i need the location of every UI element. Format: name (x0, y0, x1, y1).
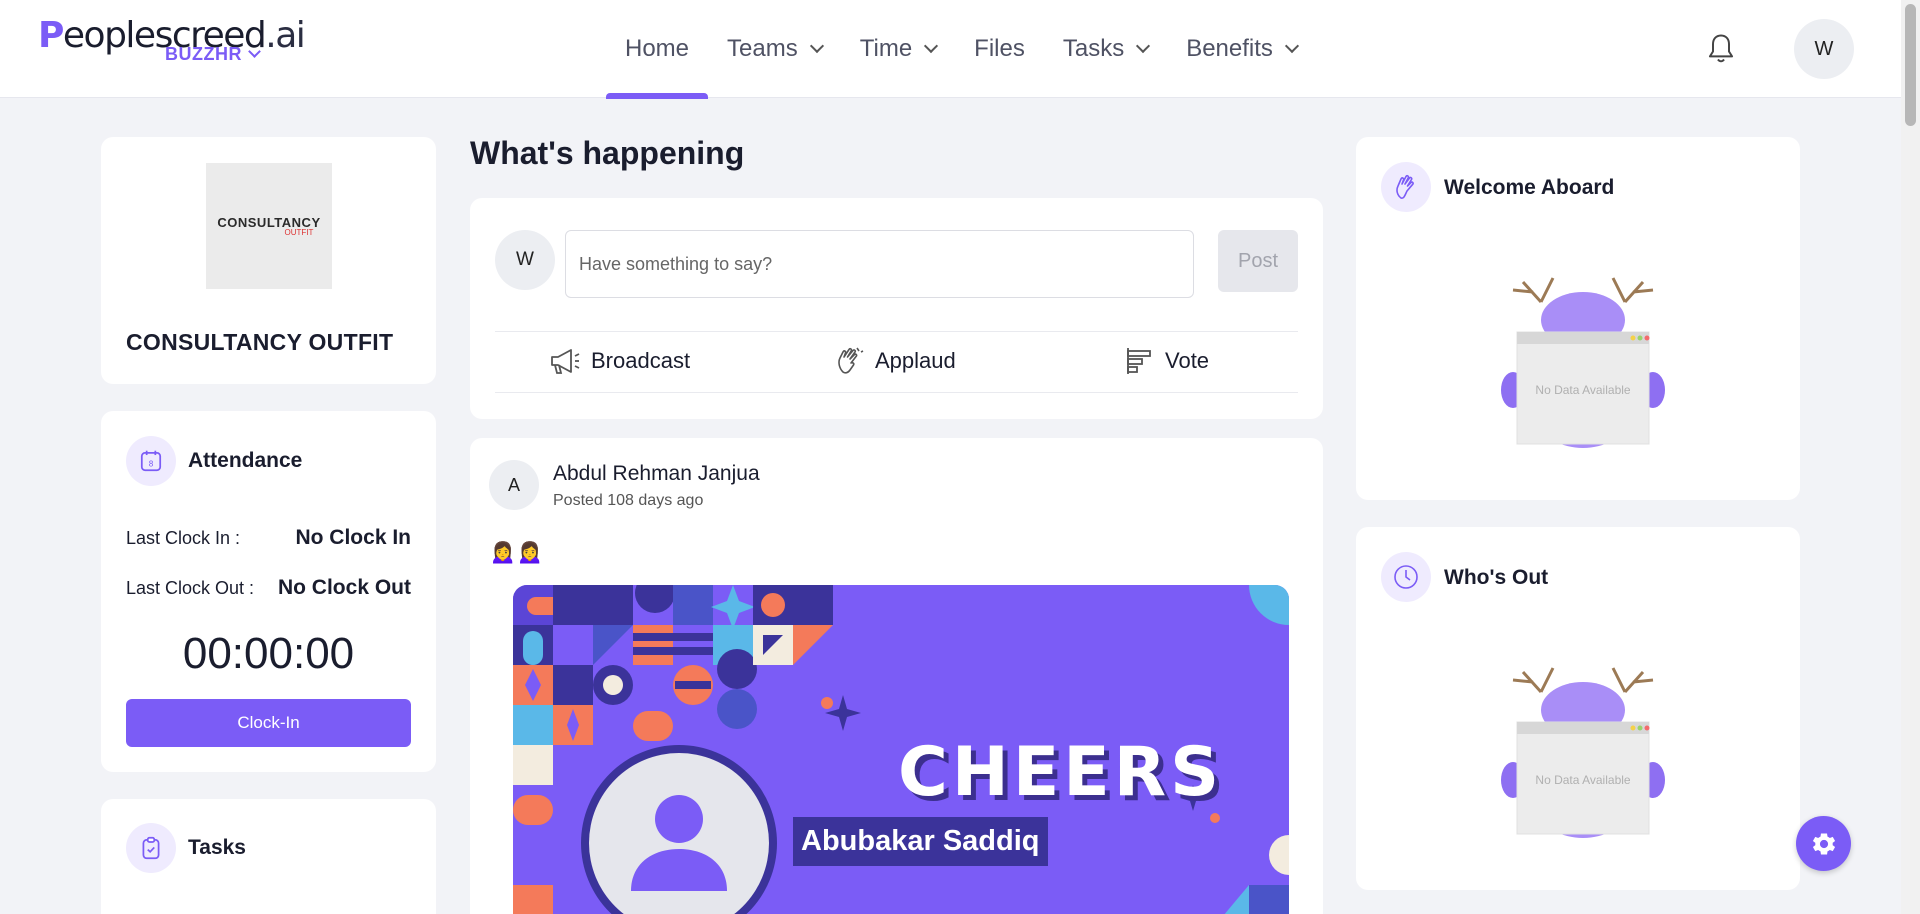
clap-icon (838, 347, 864, 374)
nav-home-label: Home (625, 35, 690, 62)
attendance-timer: 00:00:00 (182, 629, 355, 678)
top-header: Peoplescreed.ai BUZZHR Home Teams Time F… (0, 0, 1901, 99)
welcome-aboard-card: Welcome Aboard No Data Available (1356, 137, 1800, 500)
poll-icon (1127, 348, 1151, 374)
whos-out-card: Who's Out No Data Available (1356, 527, 1800, 890)
nav-time[interactable]: Time (841, 0, 955, 98)
no-data-text: No Data Available (1535, 383, 1631, 397)
chevron-down-icon (1284, 38, 1299, 54)
clock-in-button[interactable]: Clock-In (126, 699, 411, 747)
wave-hand-icon (1381, 162, 1431, 212)
last-clock-out-row: Last Clock Out : No Clock Out (126, 576, 411, 600)
megaphone-icon (551, 349, 580, 374)
last-clock-out-label: Last Clock Out : (126, 577, 255, 598)
svg-text:8: 8 (149, 459, 154, 468)
post-input[interactable] (565, 230, 1194, 298)
composer-card: W Post Broadcast Applaud Vote (470, 198, 1323, 419)
scrollbar-thumb[interactable] (1905, 4, 1916, 126)
nav-home[interactable]: Home (606, 0, 709, 99)
last-clock-in-value: No Clock In (295, 526, 411, 549)
composer-divider-top (495, 331, 1298, 332)
gear-icon (1812, 833, 1835, 854)
vote-label: Vote (1165, 348, 1210, 373)
banner-title: CHEERS (898, 733, 1224, 812)
feed-post-card: A Abdul Rehman Janjua Posted 108 days ag… (470, 438, 1323, 914)
tasks-card: Tasks (101, 799, 436, 914)
last-clock-in-row: Last Clock In : No Clock In (126, 526, 411, 550)
nav-files[interactable]: Files (955, 0, 1044, 98)
main-nav: Home Teams Time Files Tasks Benefits (606, 0, 1316, 99)
user-avatar[interactable]: W (1794, 19, 1854, 79)
cheers-banner: CHEERS Abubakar Saddiq (513, 585, 1289, 914)
chevron-down-icon (248, 45, 261, 58)
calendar-icon: 8 (126, 436, 176, 486)
clipboard-icon (126, 823, 176, 873)
broadcast-button[interactable]: Broadcast (549, 346, 690, 376)
post-timestamp: Posted 108 days ago (553, 492, 704, 509)
chevron-down-icon (924, 38, 939, 54)
feed-section-title: What's happening (470, 135, 745, 171)
clock-icon (1381, 552, 1431, 602)
page-scrollbar[interactable] (1901, 0, 1920, 914)
last-clock-in-label: Last Clock In : (126, 527, 241, 548)
post-author-initial: A (507, 474, 520, 495)
tasks-title: Tasks (188, 836, 246, 859)
attendance-title: Attendance (188, 449, 303, 472)
nav-teams[interactable]: Teams (708, 0, 841, 98)
post-author-name[interactable]: Abdul Rehman Janjua (553, 462, 760, 486)
whos-out-title: Who's Out (1444, 566, 1549, 589)
company-name: CONSULTANCY OUTFIT (126, 329, 394, 355)
chevron-down-icon (809, 38, 824, 54)
applaud-label: Applaud (875, 348, 956, 373)
no-data-illustration: No Data Available (1501, 277, 1665, 448)
nav-files-label: Files (974, 35, 1025, 62)
welcome-aboard-title: Welcome Aboard (1444, 176, 1615, 199)
chevron-down-icon (1136, 38, 1151, 54)
nav-benefits[interactable]: Benefits (1167, 0, 1316, 98)
last-clock-out-value: No Clock Out (277, 576, 411, 599)
company-card: CONSULTANCY OUTFIT CONSULTANCY OUTFIT (101, 137, 436, 384)
company-logo: CONSULTANCY OUTFIT (206, 163, 332, 289)
user-initial: W (1814, 37, 1834, 60)
post-author-avatar[interactable]: A (489, 460, 539, 510)
workspace-switcher[interactable]: BUZZHR (165, 44, 261, 65)
workspace-name: BUZZHR (165, 44, 242, 64)
no-data-illustration: No Data Available (1501, 667, 1665, 838)
settings-button[interactable] (1796, 816, 1851, 871)
bell-icon[interactable] (1706, 33, 1736, 65)
composer-avatar: W (495, 230, 555, 290)
no-data-text: No Data Available (1535, 773, 1631, 787)
nav-time-label: Time (859, 35, 913, 62)
company-logo-line2: OUTFIT (284, 228, 314, 237)
composer-avatar-initial: W (516, 249, 534, 270)
applaud-button[interactable]: Applaud (835, 346, 956, 376)
attendance-card: 8 Attendance Last Clock In : No Clock In… (101, 411, 436, 772)
vote-button[interactable]: Vote (1125, 346, 1209, 376)
nav-tasks[interactable]: Tasks (1044, 0, 1167, 98)
broadcast-label: Broadcast (591, 348, 691, 373)
nav-benefits-label: Benefits (1186, 35, 1273, 62)
nav-tasks-label: Tasks (1062, 35, 1125, 62)
post-button[interactable]: Post (1218, 230, 1298, 292)
banner-recipient-name: Abubakar Saddiq (793, 817, 1048, 866)
composer-divider-bottom (495, 392, 1298, 393)
post-emoji-text: 🙍‍♀️🙍‍♀️ (489, 539, 544, 564)
nav-teams-label: Teams (727, 35, 798, 62)
